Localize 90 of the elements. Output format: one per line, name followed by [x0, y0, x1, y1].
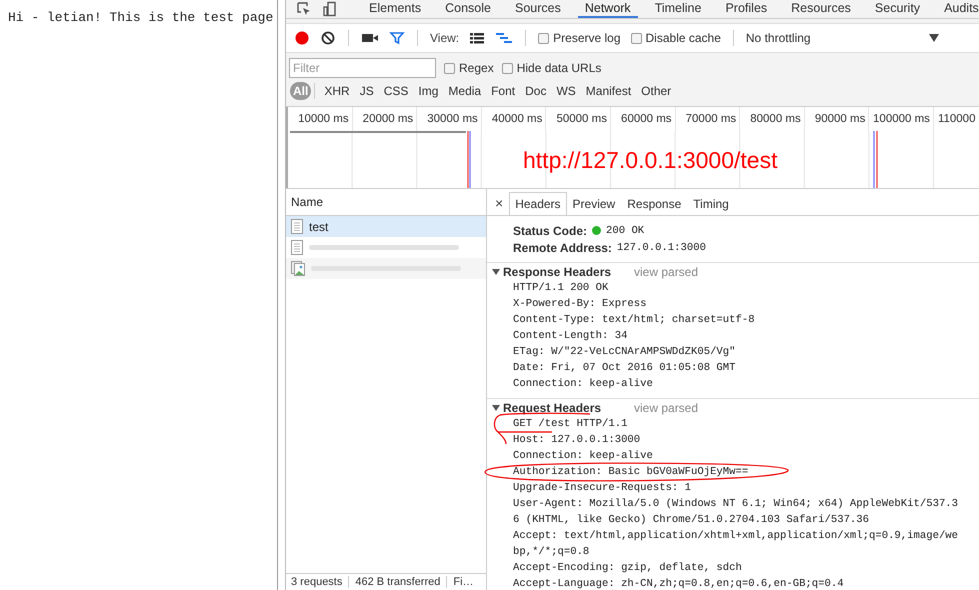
- document-icon: [291, 240, 303, 255]
- header-line: Content-Type: text/html; charset=utf-8: [513, 314, 755, 326]
- time-tick-label: 100000 ms: [873, 113, 930, 125]
- type-filter[interactable]: Manifest: [584, 82, 632, 100]
- section-title[interactable]: Request Headers: [503, 400, 631, 414]
- expand-triangle-icon[interactable]: [492, 268, 500, 276]
- list-view-icon[interactable]: [469, 31, 486, 45]
- time-tick-label: 30000 ms: [427, 113, 478, 125]
- image-file-icon: [291, 261, 305, 276]
- filter-field[interactable]: Filter: [289, 58, 436, 78]
- header-line: ETag: W/"22-VeLcCNArAMPSWDdZK05/Vg": [513, 346, 736, 358]
- clear-icon[interactable]: [320, 30, 336, 46]
- header-line: Accept-Encoding: gzip, deflate, sdch: [513, 562, 742, 574]
- type-filter[interactable]: Font: [490, 82, 516, 100]
- status-text: 3 requests: [291, 576, 342, 588]
- request-row[interactable]: [286, 258, 486, 279]
- detail-tab[interactable]: Response: [621, 192, 688, 215]
- record-icon[interactable]: [294, 30, 310, 46]
- view-label: View:: [430, 31, 460, 45]
- time-tick-label: 10000 ms: [298, 113, 349, 125]
- header-line: Accept: text/html,application/xhtml+xml,application/xml;q=0.9,image/we: [513, 530, 958, 542]
- header-line: Connection: keep-alive: [513, 450, 653, 462]
- device-icon[interactable]: [322, 1, 338, 17]
- header-value: 200 OK: [606, 224, 644, 236]
- devtools-tab[interactable]: Elements: [362, 0, 428, 18]
- time-tick-label: 110000: [938, 113, 976, 125]
- detail-tab[interactable]: Preview: [566, 192, 622, 215]
- type-filter[interactable]: Img: [417, 82, 440, 100]
- type-filter[interactable]: Media: [447, 82, 482, 100]
- header-key: Status Code:: [513, 224, 588, 238]
- camera-icon[interactable]: [361, 31, 379, 45]
- type-filter[interactable]: Other: [640, 82, 672, 100]
- devtools-tab[interactable]: Sources: [508, 0, 568, 18]
- header-line: Content-Length: 34: [513, 330, 628, 342]
- type-filter[interactable]: Doc: [524, 82, 548, 100]
- expand-triangle-icon[interactable]: [492, 404, 500, 412]
- checkbox-option[interactable]: Disable cache: [630, 31, 721, 45]
- checkbox-option[interactable]: Regex: [444, 61, 494, 75]
- header-line: Date: Fri, 07 Oct 2016 01:05:08 GMT: [513, 362, 736, 374]
- request-row[interactable]: test: [286, 216, 486, 237]
- type-filter[interactable]: CSS: [382, 82, 410, 100]
- page-text: Hi - letian! This is the test page: [8, 10, 274, 25]
- filter-icon[interactable]: [389, 30, 405, 46]
- header-line: Connection: keep-alive: [513, 378, 653, 390]
- devtools-tab[interactable]: Resources: [784, 0, 858, 18]
- type-filter[interactable]: JS: [358, 82, 375, 100]
- time-tick-label: 60000 ms: [621, 113, 672, 125]
- inspect-cursor-icon[interactable]: [296, 1, 312, 17]
- view-parsed-link[interactable]: view parsed: [634, 400, 698, 414]
- type-filter[interactable]: XHR: [323, 82, 351, 100]
- header-line: Host: 127.0.0.1:3000: [513, 434, 640, 446]
- annotation-text: http://127.0.0.1:3000/test: [523, 147, 778, 174]
- checkbox-option[interactable]: Hide data URLs: [502, 61, 602, 75]
- time-tick-label: 50000 ms: [556, 113, 607, 125]
- header-value: 127.0.0.1:3000: [616, 242, 706, 254]
- detail-tab[interactable]: Timing: [687, 192, 735, 215]
- devtools-tab[interactable]: Profiles: [718, 0, 774, 18]
- status-text: Fi…: [453, 576, 474, 588]
- header-line: X-Powered-By: Express: [513, 298, 647, 310]
- status-dot: [592, 226, 602, 235]
- devtools-tab[interactable]: Console: [438, 0, 498, 18]
- time-tick-label: 70000 ms: [686, 113, 736, 125]
- devtools-tab[interactable]: Audits: [937, 0, 979, 18]
- document-icon: [291, 219, 303, 234]
- view-parsed-link[interactable]: view parsed: [634, 264, 698, 278]
- header-line: Upgrade-Insecure-Requests: 1: [513, 482, 692, 494]
- header-line: User-Agent: Mozilla/5.0 (Windows NT 6.1; Win64; x64) AppleWebKit/537.3: [513, 498, 958, 510]
- waterfall-view-icon[interactable]: [495, 31, 514, 45]
- time-tick-label: 90000 ms: [814, 113, 866, 125]
- time-tick-label: 40000 ms: [492, 113, 542, 125]
- devtools-tab[interactable]: Security: [868, 0, 928, 18]
- close-button[interactable]: ×: [493, 195, 510, 215]
- devtools-tab[interactable]: Timeline: [648, 0, 708, 18]
- time-tick-label: 80000 ms: [750, 113, 801, 125]
- throttling-dropdown[interactable]: No throttling: [746, 31, 939, 45]
- section-title[interactable]: Response Headers: [503, 264, 631, 278]
- checkbox-option[interactable]: Preserve log: [538, 31, 621, 45]
- dropdown-arrow-icon: [928, 34, 939, 42]
- header-line: Authorization: Basic bGV0aWFuOjEyMw==: [513, 466, 748, 478]
- header-line: 6 (KHTML, like Gecko) Chrome/51.0.2704.103 Safari/537.36: [513, 514, 870, 526]
- devtools-tab[interactable]: Network: [578, 0, 638, 18]
- time-tick-label: 20000 ms: [362, 113, 414, 125]
- header-line: Accept-Language: zh-CN,zh;q=0.8,en;q=0.6,en-GB;q=0.4: [513, 578, 844, 590]
- status-text: 462 B transferred: [355, 576, 440, 588]
- type-filter[interactable]: WS: [555, 82, 577, 100]
- detail-tab[interactable]: Headers: [509, 192, 567, 215]
- header-line: GET /test HTTP/1.1: [513, 418, 628, 430]
- header-line: HTTP/1.1 200 OK: [513, 282, 608, 294]
- header-key: Remote Address:: [513, 240, 612, 254]
- header-line: bp,*/*;q=0.8: [513, 546, 590, 558]
